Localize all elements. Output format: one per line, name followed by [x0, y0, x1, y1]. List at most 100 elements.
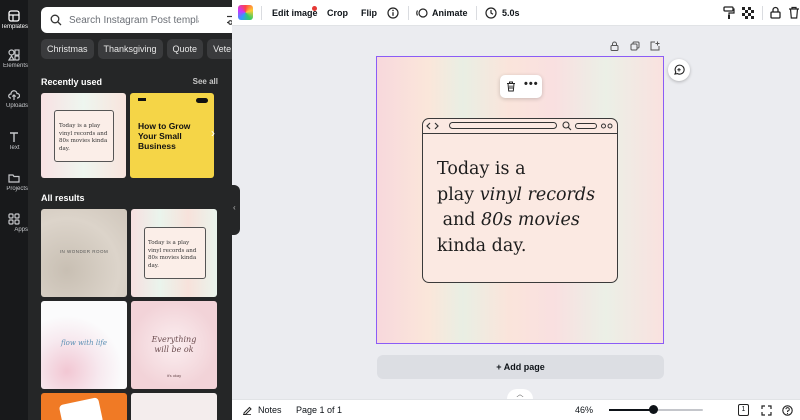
rail-projects-label: Projects [6, 186, 28, 192]
thumb-logo-mark [138, 98, 146, 101]
toolbar-divider-3 [476, 6, 477, 20]
result4-text: Everything will be ok [151, 335, 197, 354]
notes-button[interactable]: Notes [258, 400, 282, 420]
color-picker-swatch[interactable] [238, 5, 253, 20]
quote-line-4: kinda day. [437, 235, 527, 256]
category-chips: Christmas Thanksgiving Quote Vete [41, 39, 232, 59]
search-input[interactable] [69, 14, 199, 26]
rail-templates[interactable]: Templates [0, 10, 28, 30]
result-template-wonder[interactable]: IN WONDER ROOM [41, 209, 127, 297]
left-rail: Templates Elements Uploads Text Projects… [0, 0, 28, 420]
rail-templates-label: Templates [0, 24, 28, 30]
recent-thumb-title: How to Grow Your Small Business [138, 121, 191, 151]
animate-button[interactable]: Animate [432, 0, 468, 26]
recent-thumb-quote: Today is a play vinyl records and 80s mo… [59, 123, 108, 152]
rail-projects[interactable]: Projects [0, 172, 28, 192]
clock-icon [485, 7, 497, 19]
result5-card [58, 397, 104, 420]
recent-template-business[interactable]: How to Grow Your Small Business [130, 93, 214, 178]
search-icon [50, 14, 62, 26]
recent-template-vinyl[interactable]: Today is a play vinyl records and 80s mo… [41, 93, 126, 178]
result-template-blank[interactable] [131, 393, 217, 420]
elements-icon [8, 49, 20, 61]
element-context-toolbar: ••• [500, 75, 542, 98]
more-options-icon[interactable]: ••• [524, 78, 539, 90]
add-page-icon[interactable] [650, 41, 660, 51]
browser-search-icon [562, 121, 572, 131]
chip-christmas[interactable]: Christmas [41, 39, 94, 59]
chevron-left-icon: ‹ [233, 203, 236, 212]
chip-thanksgiving[interactable]: Thanksgiving [97, 39, 163, 59]
flip-button[interactable]: Flip [361, 0, 377, 26]
info-icon[interactable] [387, 7, 399, 19]
page-lock-icon[interactable] [610, 41, 619, 51]
search-box[interactable] [41, 7, 232, 33]
result-template-vinyl[interactable]: Today is a play vinyl records and 80s mo… [131, 209, 217, 297]
chip-veterans[interactable]: Vete [207, 39, 232, 59]
quote-line-1: Today is a [437, 159, 526, 179]
zoom-slider-fill [609, 409, 653, 411]
rail-text-label: Text [8, 145, 20, 151]
duplicate-page-icon[interactable] [630, 41, 640, 51]
toolbar-divider [261, 6, 262, 20]
rail-uploads-label: Uploads [5, 103, 28, 109]
result2-text: Today is a play vinyl records and 80s mo… [148, 240, 197, 269]
element-delete-icon[interactable] [506, 81, 516, 92]
all-results-heading: All results [41, 193, 85, 203]
browser-menu-icon [601, 123, 613, 129]
zoom-percent[interactable]: 46% [575, 400, 593, 420]
quote-line-2b: vinyl records [479, 184, 596, 205]
show-pages-handle[interactable]: ︿ [507, 389, 533, 399]
delete-icon[interactable] [788, 6, 800, 19]
crop-button[interactable]: Crop [327, 0, 348, 26]
collapse-panel-handle[interactable]: ‹ [232, 185, 240, 235]
fullscreen-icon[interactable] [761, 405, 772, 416]
notes-icon [243, 406, 252, 415]
edit-image-button[interactable]: Edit image [272, 0, 318, 26]
page-count-button[interactable]: 1 [738, 404, 749, 416]
new-badge-dot [312, 6, 317, 11]
result-template-orange[interactable] [41, 393, 127, 420]
animate-icon [416, 8, 428, 18]
editor-toolbar: Edit image Crop Flip Animate 5.0s [232, 0, 800, 26]
page-indicator[interactable]: Page 1 of 1 [296, 400, 342, 420]
quote-line-3b: 80s movies [481, 210, 580, 230]
quote-line-2a: play [437, 184, 480, 205]
paint-roller-icon[interactable] [723, 6, 735, 20]
result-template-flow[interactable]: flow with life [41, 301, 127, 389]
toolbar-divider-4 [762, 6, 763, 20]
recent-next-arrow-icon[interactable]: › [211, 126, 215, 140]
result-template-everything[interactable]: Everything will be ok it's okay [131, 301, 217, 389]
text-icon [10, 132, 18, 142]
apps-icon [8, 213, 20, 225]
zoom-slider[interactable] [609, 405, 703, 414]
lock-icon[interactable] [770, 6, 781, 19]
see-all-link[interactable]: See all [193, 77, 218, 86]
toolbar-divider-2 [408, 6, 409, 20]
quote-text[interactable]: Today is a play vinyl records and 80s mo… [437, 157, 595, 259]
bottom-bar: Notes Page 1 of 1 46% 1 [232, 399, 800, 420]
rail-uploads[interactable]: Uploads [0, 89, 28, 109]
rail-apps[interactable]: Apps [0, 213, 28, 233]
browser-url-field [449, 122, 557, 129]
chevron-up-icon: ︿ [516, 391, 524, 398]
browser-tab-pill [575, 123, 597, 129]
result4-sub: it's okay [166, 373, 182, 378]
duration-button[interactable]: 5.0s [502, 0, 520, 26]
rail-apps-label: Apps [14, 227, 28, 233]
folder-icon [8, 174, 20, 183]
rail-elements[interactable]: Elements [0, 49, 28, 69]
zoom-slider-handle[interactable] [649, 405, 658, 414]
result1-text: IN WONDER ROOM [59, 249, 109, 254]
transparency-icon[interactable] [742, 7, 754, 19]
rail-text[interactable]: Text [0, 131, 28, 151]
templates-panel: Christmas Thanksgiving Quote Vete Recent… [28, 0, 232, 420]
add-comment-button[interactable] [668, 59, 690, 81]
add-page-button[interactable]: + Add page [377, 355, 664, 379]
chip-quote[interactable]: Quote [166, 39, 204, 59]
help-icon[interactable] [782, 405, 793, 416]
browser-nav-arrows-icon [426, 122, 439, 130]
recently-used-heading: Recently used [41, 77, 103, 87]
result3-text: flow with life [60, 339, 108, 347]
rail-elements-label: Elements [2, 63, 28, 69]
